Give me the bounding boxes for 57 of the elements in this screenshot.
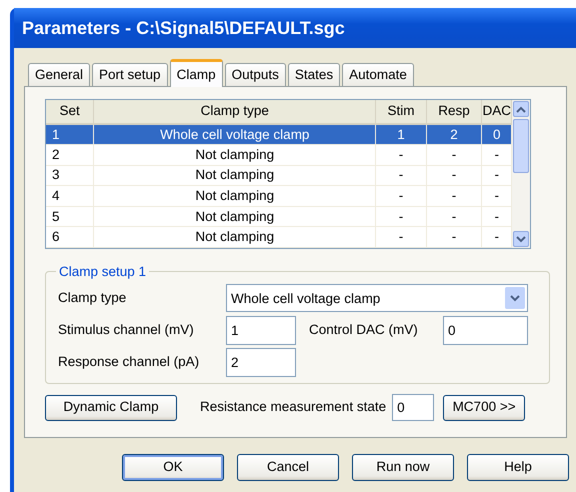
table-cell[interactable]: Not clamping [94,144,376,166]
field-label: Control DAC (mV) [309,320,419,339]
vertical-scrollbar[interactable] [512,100,530,248]
field-label: Resistance measurement state [200,398,386,416]
table-cell[interactable]: - [376,165,426,186]
scroll-down-icon[interactable] [513,231,529,247]
table-cell[interactable]: Not clamping [94,226,376,248]
tab[interactable]: General [28,63,90,86]
tab[interactable]: Port setup [92,63,168,86]
tab[interactable]: Outputs [224,63,286,86]
dialog-button[interactable]: Run now [352,454,454,481]
table-cell[interactable]: - [426,186,482,206]
table-cell[interactable]: Not clamping [94,186,376,206]
table-cell[interactable]: 2 [46,144,94,166]
table-cell[interactable]: 4 [46,186,94,206]
input-field[interactable]: 0 [392,394,434,421]
column-header[interactable]: Resp [426,100,482,124]
table-cell[interactable]: 2 [426,124,482,145]
table-cell[interactable]: - [376,144,426,166]
input-field[interactable]: 1 [226,316,296,344]
caret-icon[interactable] [505,287,525,309]
clamp-type-dropdown[interactable]: Whole cell voltage clamp [226,284,528,312]
table-cell[interactable]: - [426,226,482,248]
input-field[interactable]: 0 [443,316,528,344]
table-cell[interactable]: - [376,206,426,227]
scroll-up-icon[interactable] [513,101,529,117]
input-field[interactable]: 2 [226,348,296,376]
tab[interactable]: Clamp [170,59,223,87]
column-header[interactable]: Set [46,100,94,124]
dialog-button[interactable]: Help [467,454,569,481]
column-header[interactable]: Stim [376,100,426,124]
table-cell[interactable]: 6 [46,226,94,248]
table-cell[interactable]: Not clamping [94,165,376,186]
table-cell[interactable]: 1 [46,124,94,145]
column-header[interactable]: DAC [482,100,512,124]
table-cell[interactable]: 1 [376,124,426,145]
table-cell[interactable]: 5 [46,206,94,227]
field-label: Response channel (pA) [58,352,200,371]
field-label: Clamp type [58,288,128,307]
tab[interactable]: States [288,63,340,86]
column-header[interactable]: Clamp type [94,100,376,124]
tab[interactable]: Automate [342,63,414,86]
dynamic-clamp-button[interactable]: Dynamic Clamp [45,394,177,420]
field-label: Stimulus channel (mV) [58,320,195,339]
table-cell[interactable]: - [376,186,426,206]
table-cell[interactable]: - [376,226,426,248]
table-cell[interactable]: 3 [46,165,94,186]
table-cell[interactable]: - [426,206,482,227]
table-cell[interactable]: Not clamping [94,206,376,227]
window-title: Parameters - C:\Signal5\DEFAULT.sgc [22,16,345,40]
table-cell[interactable]: Whole cell voltage clamp [94,124,376,145]
table-cell[interactable]: - [426,165,482,186]
mc700-button[interactable]: MC700 >> [443,394,526,420]
dialog-button[interactable]: OK [122,454,224,481]
dialog-button[interactable]: Cancel [237,454,339,481]
table-cell[interactable]: - [426,144,482,166]
table-cell[interactable]: 0 [482,124,512,145]
